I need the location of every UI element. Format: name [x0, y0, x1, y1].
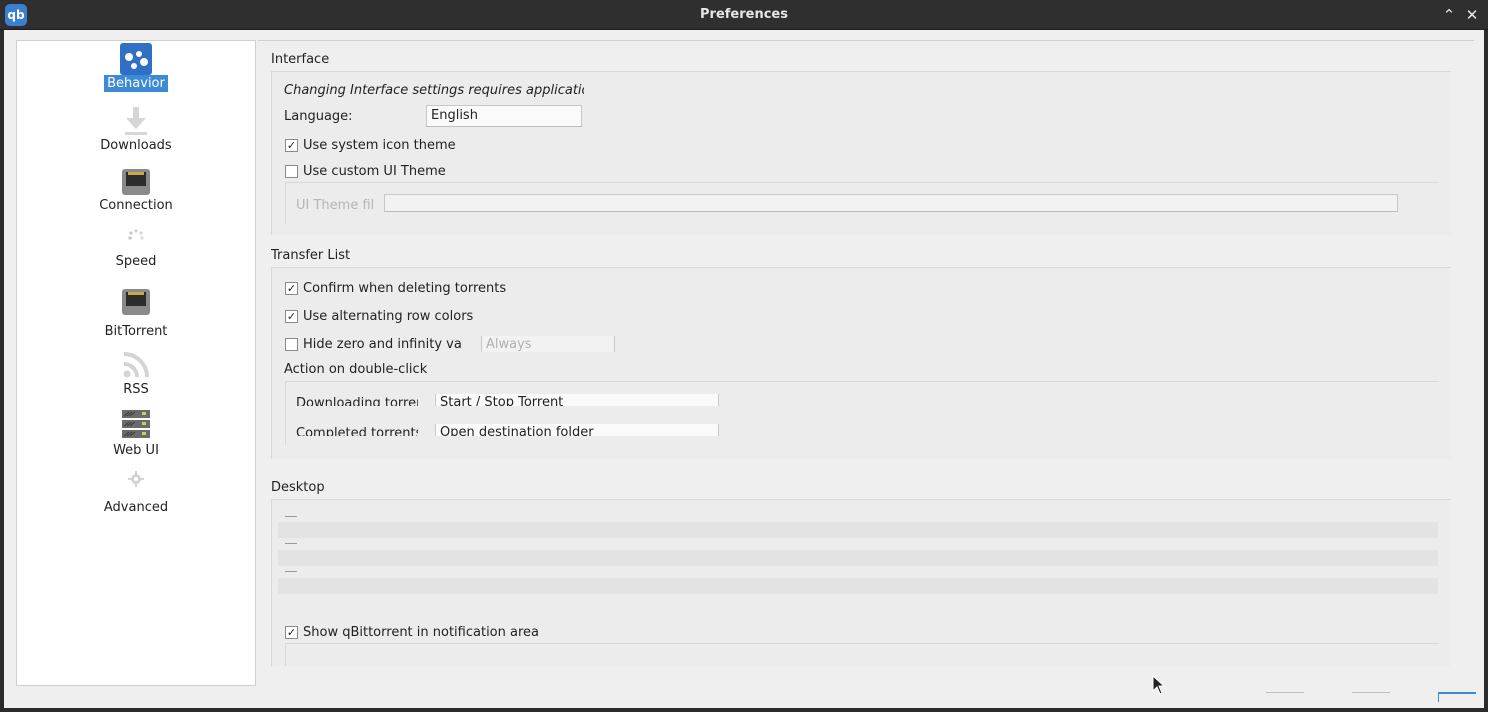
show-notification-area-label: Show qBittorrent in notification area — [303, 625, 539, 640]
show-notification-area-checkbox[interactable]: ✓ — [285, 626, 298, 639]
sidebar: Behavior Downloads Connection Speed BitT… — [16, 40, 256, 686]
mouse-cursor-icon — [1152, 675, 1166, 695]
speed-icon — [128, 229, 144, 240]
language-select[interactable]: English — [426, 105, 582, 127]
use-system-icon-theme-checkbox[interactable]: ✓ — [285, 139, 298, 152]
completed-action-select[interactable]: Open destination folder — [435, 424, 719, 436]
desktop-title: Desktop — [271, 480, 325, 495]
alt-row-colors-row: ✓ Use alternating row colors — [272, 308, 672, 324]
close-button[interactable]: ✕ — [1463, 5, 1481, 25]
sidebar-item-label: Advanced — [103, 500, 169, 515]
download-icon — [125, 107, 147, 135]
collapsed-checkbox — [285, 516, 297, 517]
confirm-delete-checkbox[interactable]: ✓ — [285, 282, 298, 295]
chevron-up-icon: ⌃ — [1442, 6, 1456, 24]
sidebar-item-label: Web UI — [113, 443, 159, 458]
behavior-icon — [120, 43, 152, 75]
collapsed-row — [278, 550, 1438, 566]
sidebar-item-label: RSS — [123, 382, 149, 397]
hide-zero-checkbox[interactable] — [285, 338, 298, 351]
window-title: Preferences — [700, 7, 788, 22]
sidebar-item-label: Speed — [115, 254, 157, 269]
webui-icon — [122, 410, 150, 438]
hide-zero-select[interactable]: Always — [481, 336, 615, 352]
use-custom-ui-theme-checkbox[interactable] — [285, 165, 298, 178]
sidebar-item-speed[interactable]: Speed — [17, 227, 255, 270]
settings-pane: Interface Changing Interface settings re… — [258, 40, 1474, 666]
close-icon: ✕ — [1465, 6, 1479, 24]
interface-title: Interface — [271, 52, 330, 67]
alt-row-colors-label: Use alternating row colors — [303, 309, 474, 324]
sidebar-item-connection[interactable]: Connection — [17, 167, 255, 214]
desktop-group: ✓ Show qBittorrent in notification area — [271, 499, 1451, 666]
confirm-delete-label: Confirm when deleting torrents — [303, 281, 507, 296]
transfer-list-title: Transfer List — [271, 248, 351, 263]
hide-zero-row: Hide zero and infinity valu Always — [272, 336, 672, 352]
hide-zero-label: Hide zero and infinity valu — [303, 337, 463, 352]
ui-theme-file-label: UI Theme fil — [296, 198, 375, 213]
preferences-window: Behavior Downloads Connection Speed BitT… — [4, 30, 1484, 708]
sidebar-item-bittorrent[interactable]: BitTorrent — [17, 287, 255, 340]
ui-theme-file-input[interactable] — [384, 194, 1398, 212]
collapsed-row — [278, 578, 1438, 594]
bittorrent-icon — [122, 289, 150, 315]
double-click-subgroup: Downloading torren Start / Stop Torrent … — [285, 381, 1439, 445]
ok-button[interactable] — [1266, 692, 1304, 702]
notification-subgroup — [285, 643, 1439, 666]
rss-icon — [123, 352, 149, 378]
confirm-delete-row: ✓ Confirm when deleting torrents — [272, 280, 672, 296]
sidebar-item-label: BitTorrent — [104, 324, 168, 339]
downloading-action-select[interactable]: Start / Stop Torrent — [435, 394, 719, 406]
sidebar-item-label: Behavior — [104, 75, 168, 92]
gear-icon — [128, 471, 144, 487]
title-bar: qb Preferences ⌃ ✕ — [0, 0, 1488, 30]
sidebar-item-label: Downloads — [100, 138, 172, 153]
double-click-title: Action on double-click — [284, 362, 428, 377]
cancel-button[interactable] — [1352, 692, 1390, 702]
transfer-list-group: ✓ Confirm when deleting torrents ✓ Use a… — [271, 267, 1451, 459]
sidebar-item-behavior[interactable]: Behavior — [17, 43, 255, 92]
interface-group: Changing Interface settings requires app… — [271, 71, 1451, 235]
completed-row: Completed torrents: Open destination fol… — [286, 424, 786, 436]
collapsed-checkbox — [285, 543, 297, 544]
language-label: Language: — [284, 109, 353, 124]
alt-row-colors-checkbox[interactable]: ✓ — [285, 310, 298, 323]
collapsed-checkbox — [285, 571, 297, 572]
downloading-label: Downloading torren — [296, 396, 418, 406]
completed-label: Completed torrents: — [296, 426, 418, 436]
sidebar-item-advanced[interactable]: Advanced — [17, 471, 255, 516]
interface-restart-note: Changing Interface settings requires app… — [284, 83, 584, 98]
collapsed-row — [278, 522, 1438, 538]
downloading-row: Downloading torren Start / Stop Torrent — [286, 394, 786, 406]
sidebar-item-label: Connection — [99, 198, 173, 213]
use-system-icon-theme-label: Use system icon theme — [303, 138, 456, 153]
connection-icon — [122, 169, 150, 195]
sidebar-item-downloads[interactable]: Downloads — [17, 105, 255, 154]
sidebar-item-webui[interactable]: Web UI — [17, 409, 255, 459]
ui-theme-subgroup: UI Theme fil — [285, 182, 1439, 224]
sidebar-item-rss[interactable]: RSS — [17, 349, 255, 398]
use-custom-ui-theme-label: Use custom UI Theme — [303, 164, 446, 179]
maximize-button[interactable]: ⌃ — [1440, 5, 1458, 25]
apply-button[interactable] — [1438, 692, 1476, 702]
